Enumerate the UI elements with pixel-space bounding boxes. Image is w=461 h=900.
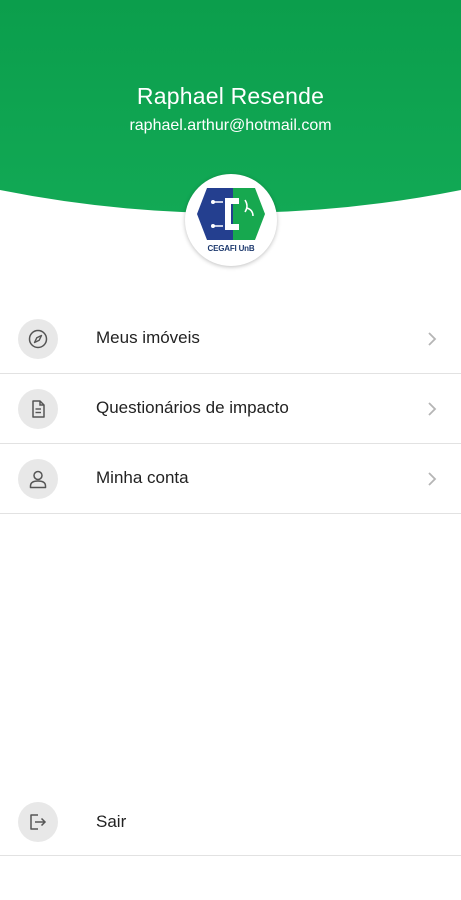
menu-item-meus-imoveis[interactable]: Meus imóveis xyxy=(0,304,461,374)
menu-item-label: Questionários de impacto xyxy=(96,398,289,417)
menu-item-questionarios[interactable]: Questionários de impacto xyxy=(0,374,461,444)
menu-item-label: Minha conta xyxy=(96,468,189,487)
organization-logo: CEGAFI UnB xyxy=(185,174,277,266)
chevron-right-icon xyxy=(428,332,437,346)
compass-icon xyxy=(18,319,58,359)
menu-list: Meus imóveis Questionários de impacto Mi… xyxy=(0,304,461,514)
menu-item-label: Meus imóveis xyxy=(96,328,200,347)
user-icon xyxy=(18,459,58,499)
logout-icon xyxy=(18,802,58,842)
logout-button[interactable]: Sair xyxy=(0,788,461,856)
user-email: raphael.arthur@hotmail.com xyxy=(129,117,332,134)
document-icon xyxy=(18,389,58,429)
logout-label: Sair xyxy=(96,812,127,831)
logo-text: CEGAFI UnB xyxy=(207,244,255,253)
user-name: Raphael Resende xyxy=(136,83,325,109)
drawer-screen: Raphael Resende raphael.arthur@hotmail.c… xyxy=(0,0,461,900)
chevron-right-icon xyxy=(428,402,437,416)
menu-item-minha-conta[interactable]: Minha conta xyxy=(0,444,461,514)
chevron-right-icon xyxy=(428,472,437,486)
